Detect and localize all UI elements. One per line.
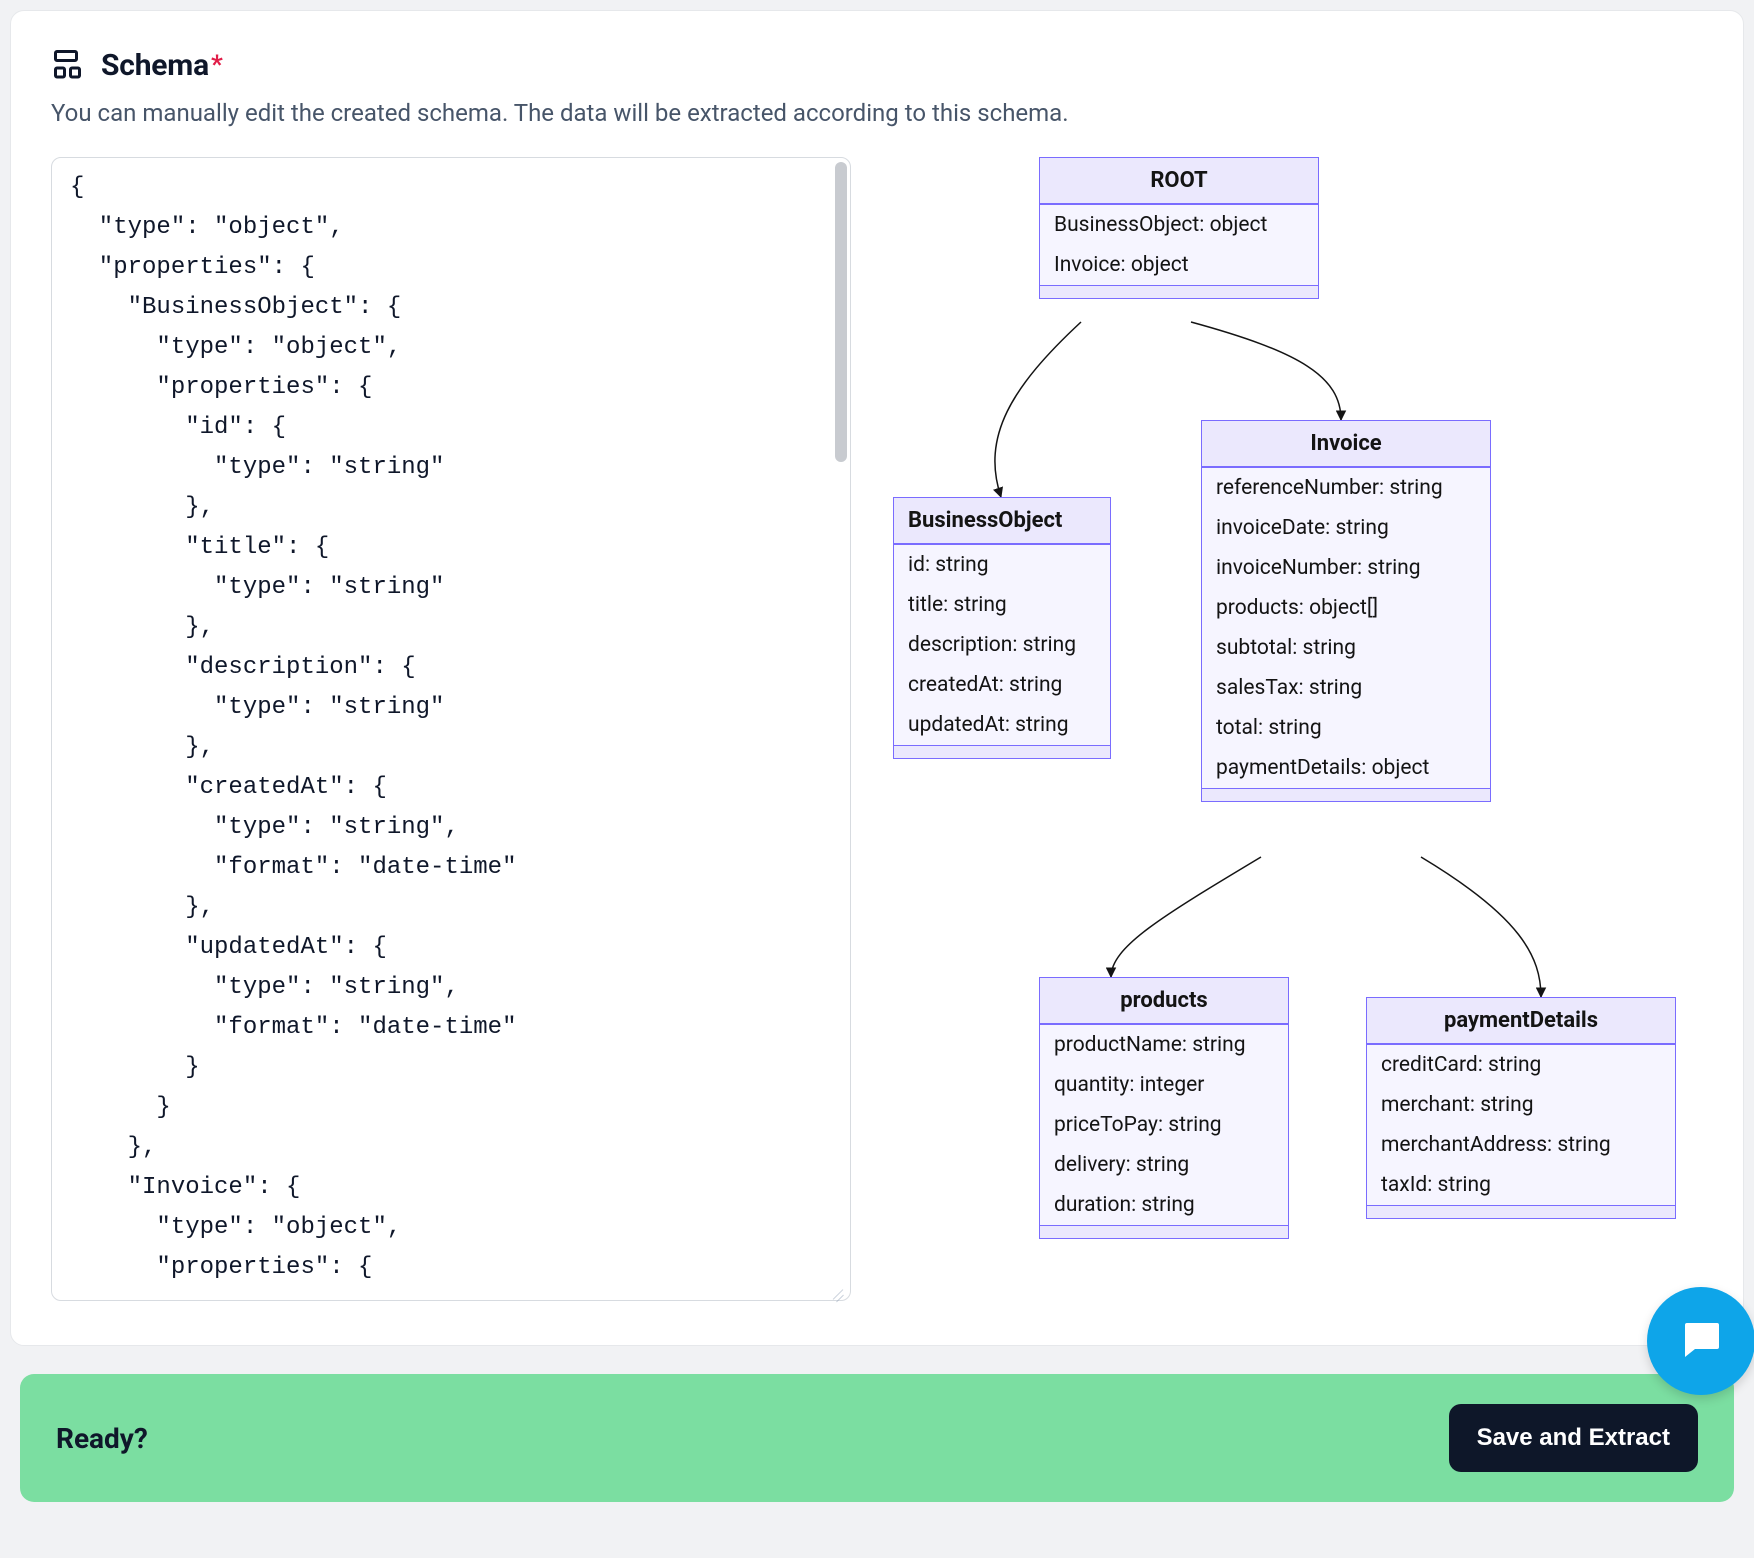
diagram-row: duration: string	[1040, 1185, 1288, 1225]
diagram-row: total: string	[1202, 708, 1490, 748]
resize-handle-icon[interactable]	[829, 1283, 847, 1301]
diagram-box-products: products productName: string quantity: i…	[1039, 977, 1289, 1239]
diagram-box-title: ROOT	[1040, 158, 1318, 204]
diagram-box-title: BusinessObject	[894, 498, 1110, 544]
schema-editor[interactable]	[51, 157, 851, 1301]
diagram-row: salesTax: string	[1202, 668, 1490, 708]
schema-subtitle: You can manually edit the created schema…	[51, 99, 1703, 127]
diagram-row: description: string	[894, 625, 1110, 665]
diagram-row: invoiceNumber: string	[1202, 548, 1490, 588]
ready-bar: Ready? Save and Extract	[20, 1374, 1734, 1502]
diagram-box-businessobject: BusinessObject id: string title: string …	[893, 497, 1111, 759]
required-star: *	[211, 50, 223, 80]
diagram-row: delivery: string	[1040, 1145, 1288, 1185]
diagram-row: priceToPay: string	[1040, 1105, 1288, 1145]
diagram-row: products: object[]	[1202, 588, 1490, 628]
schema-card: Schema* You can manually edit the create…	[10, 10, 1744, 1346]
diagram-row: updatedAt: string	[894, 705, 1110, 745]
diagram-row: merchant: string	[1367, 1085, 1675, 1125]
diagram-box-title: Invoice	[1202, 421, 1490, 467]
diagram-row: referenceNumber: string	[1202, 468, 1490, 508]
chat-icon	[1677, 1315, 1725, 1367]
diagram-box-title: products	[1040, 978, 1288, 1024]
diagram-row: creditCard: string	[1367, 1045, 1675, 1085]
chat-bubble-button[interactable]	[1647, 1287, 1754, 1395]
diagram-row: Invoice: object	[1040, 245, 1318, 285]
schema-icon	[51, 47, 87, 83]
diagram-row: merchantAddress: string	[1367, 1125, 1675, 1165]
diagram-row: title: string	[894, 585, 1110, 625]
diagram-row: productName: string	[1040, 1025, 1288, 1065]
diagram-row: taxId: string	[1367, 1165, 1675, 1205]
scrollbar-thumb[interactable]	[835, 162, 847, 462]
diagram-row: id: string	[894, 545, 1110, 585]
diagram-box-invoice: Invoice referenceNumber: string invoiceD…	[1201, 420, 1491, 802]
diagram-row: invoiceDate: string	[1202, 508, 1490, 548]
diagram-row: paymentDetails: object	[1202, 748, 1490, 788]
diagram-box-root: ROOT BusinessObject: object Invoice: obj…	[1039, 157, 1319, 299]
save-and-extract-button[interactable]: Save and Extract	[1449, 1404, 1698, 1472]
diagram-row: subtotal: string	[1202, 628, 1490, 668]
schema-header: Schema*	[51, 47, 1703, 83]
diagram-box-paymentdetails: paymentDetails creditCard: string mercha…	[1366, 997, 1676, 1219]
schema-title: Schema	[101, 48, 209, 83]
schema-diagram: ROOT BusinessObject: object Invoice: obj…	[881, 157, 1703, 1305]
diagram-row: quantity: integer	[1040, 1065, 1288, 1105]
ready-label: Ready?	[56, 1422, 148, 1455]
diagram-box-title: paymentDetails	[1367, 998, 1675, 1044]
diagram-row: BusinessObject: object	[1040, 205, 1318, 245]
diagram-row: createdAt: string	[894, 665, 1110, 705]
